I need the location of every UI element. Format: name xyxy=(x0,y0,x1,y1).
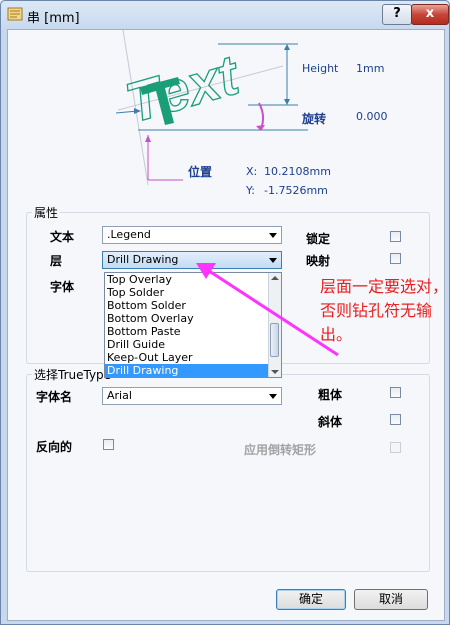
lock-checkbox[interactable] xyxy=(390,231,401,242)
ok-button[interactable]: 确定 xyxy=(276,589,346,610)
cancel-button[interactable]: 取消 xyxy=(354,589,428,610)
bold-label: 粗体 xyxy=(318,388,343,402)
font-label: 字体 xyxy=(50,280,75,294)
properties-title: 属性 xyxy=(32,204,61,221)
inverted-rect-label: 应用倒转矩形 xyxy=(244,443,317,457)
height-label: Height xyxy=(302,62,339,75)
inverted-label: 反向的 xyxy=(36,440,73,454)
text-combo[interactable]: .Legend xyxy=(102,226,282,244)
y-label: Y: xyxy=(246,184,255,197)
sample-text-preview: Text xyxy=(119,42,247,134)
y-value: -1.7526mm xyxy=(264,184,328,197)
titlebar[interactable]: 串 [mm] ? x xyxy=(1,1,449,29)
chevron-down-icon xyxy=(269,394,277,399)
layer-combo-value: Drill Drawing xyxy=(107,253,179,266)
bold-checkbox[interactable] xyxy=(390,387,401,398)
position-label: 位置 xyxy=(188,165,213,179)
height-value: 1mm xyxy=(356,62,385,75)
close-button[interactable]: x xyxy=(411,4,449,25)
inverted-rect-checkbox xyxy=(390,442,401,453)
font-name-label: 字体名 xyxy=(36,390,73,404)
rotation-value: 0.000 xyxy=(356,110,388,123)
text-label: 文本 xyxy=(50,230,75,244)
help-button[interactable]: ? xyxy=(382,4,412,25)
x-value: 10.2108mm xyxy=(264,165,331,178)
chevron-down-icon xyxy=(269,233,277,238)
font-name-value: Arial xyxy=(107,389,132,402)
truetype-title: 选择TrueType xyxy=(32,366,114,383)
font-name-combo[interactable]: Arial xyxy=(102,387,282,405)
italic-checkbox[interactable] xyxy=(390,414,401,425)
inverted-checkbox[interactable] xyxy=(103,439,114,450)
app-icon xyxy=(7,7,23,21)
layer-label: 层 xyxy=(50,254,63,268)
list-item-selected[interactable]: Drill Drawing xyxy=(105,364,281,377)
dialog-window: 串 [mm] ? x Text Height 1mm 旋转 0.000 位置 X… xyxy=(0,0,450,625)
scroll-down-icon[interactable] xyxy=(271,370,279,374)
text-combo-value: .Legend xyxy=(107,228,151,241)
lock-label: 锁定 xyxy=(306,232,331,246)
window-title: 串 [mm] xyxy=(27,11,80,26)
dialog-client: Text Height 1mm 旋转 0.000 位置 X: 10.2108mm… xyxy=(7,29,448,621)
x-label: X: xyxy=(246,165,258,178)
italic-label: 斜体 xyxy=(318,415,343,429)
mirror-checkbox[interactable] xyxy=(390,253,401,264)
close-icon: x xyxy=(425,6,435,21)
annotation-note: 层面一定要选对，否则钻孔符无输出。 xyxy=(320,277,449,344)
rotation-label: 旋转 xyxy=(302,112,327,126)
